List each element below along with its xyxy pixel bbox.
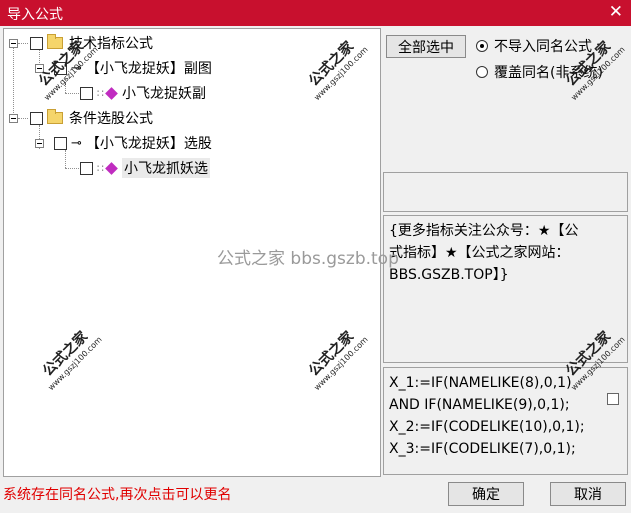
tree-connector	[18, 118, 28, 119]
code-line: X_2:=IF(CODELIKE(10),0,1);	[389, 419, 585, 435]
collapse-toggle[interactable]	[35, 139, 44, 148]
cancel-button[interactable]: 取消	[550, 482, 626, 506]
code-line: X_1:=IF(NAMELIKE(8),0,1)	[389, 375, 572, 391]
tree-connector	[65, 93, 79, 94]
close-icon[interactable]: ✕	[609, 2, 623, 22]
tree-node-selection-formula[interactable]: ⊸ 【小飞龙捉妖】选股	[54, 133, 212, 153]
status-message: 系统存在同名公式,再次点击可以更名	[3, 487, 232, 503]
tree-connector	[13, 47, 14, 119]
radio-dot[interactable]	[476, 66, 488, 78]
info-line: {更多指标关注公众号：★【公	[389, 223, 579, 239]
watermark-text: 公式之家 bbs.gszb.top	[217, 249, 399, 269]
radio-label: 不导入同名公式	[494, 39, 592, 55]
code-line: X_3:=IF(CODELIKE(7),0,1);	[389, 441, 576, 457]
tree-node-label: 小飞龙抓妖选	[122, 158, 210, 178]
radio-skip-same-name[interactable]: 不导入同名公式	[476, 36, 592, 56]
tree-node-label: 【小飞龙捉妖】副图	[85, 61, 212, 77]
window-title: 导入公式	[7, 7, 63, 23]
folder-icon	[47, 109, 63, 124]
checkbox[interactable]	[54, 136, 67, 150]
code-panel: X_1:=IF(NAMELIKE(8),0,1) AND IF(NAMELIKE…	[383, 367, 628, 475]
tree-node-label: 条件选股公式	[69, 111, 153, 127]
code-line: AND IF(NAMELIKE(9),0,1);	[389, 397, 570, 413]
tree-node-indicator-sub[interactable]: ∷ 小飞龙捉妖副	[80, 83, 206, 103]
key-icon: ⊸	[71, 135, 82, 151]
tree-connector	[18, 43, 28, 44]
checkbox[interactable]	[30, 111, 43, 125]
checkbox[interactable]	[80, 161, 93, 175]
tree-connector: ∷	[97, 86, 104, 100]
tree-node-selection-sub[interactable]: ∷ 小飞龙抓妖选	[80, 158, 210, 178]
info-line: 式指标】★【公式之家网站：	[389, 245, 570, 261]
tree-connector	[65, 168, 79, 169]
info-line: BBS.GSZB.TOP】}	[389, 267, 509, 283]
checkbox[interactable]	[80, 86, 93, 100]
formula-gem-icon	[105, 86, 118, 100]
code-checkbox[interactable]	[607, 393, 619, 405]
radio-dot[interactable]	[476, 40, 488, 52]
tree-connector: ∷	[97, 161, 104, 175]
tree-node-label: 【小飞龙捉妖】选股	[85, 136, 212, 152]
ok-button[interactable]: 确定	[448, 482, 524, 506]
title-bar: 导入公式 ✕	[0, 0, 631, 26]
empty-panel	[383, 172, 628, 212]
tree-node-selection-folder[interactable]: 条件选股公式	[30, 108, 153, 128]
collapse-toggle[interactable]	[9, 114, 18, 123]
checkbox[interactable]	[30, 36, 43, 50]
tree-node-label: 小飞龙捉妖副	[122, 86, 206, 102]
collapse-toggle[interactable]	[9, 39, 18, 48]
select-all-button[interactable]: 全部选中	[386, 35, 466, 58]
folder-icon	[47, 34, 63, 49]
formula-gem-icon	[105, 161, 118, 175]
